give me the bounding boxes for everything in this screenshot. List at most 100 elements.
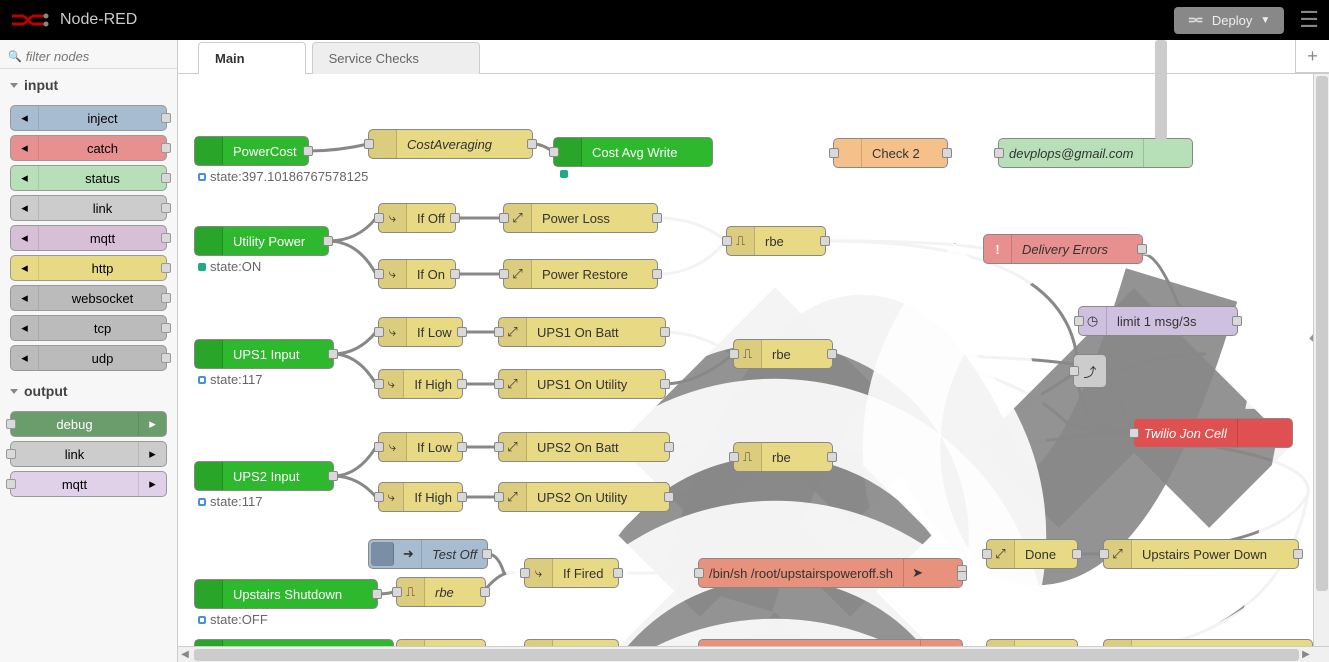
node-if-fired-2[interactable]: ⤷If Fired — [524, 639, 619, 646]
node-if-low-1[interactable]: ⤷If Low — [378, 317, 463, 347]
node-if-fired-1[interactable]: ⤷If Fired — [524, 558, 619, 588]
node-upstairs-power-down[interactable]: ⤢Upstairs Power Down — [1103, 539, 1299, 569]
exec-icon: ➤ — [903, 559, 931, 587]
palette-node-mqtt[interactable]: ◂mqtt — [10, 225, 167, 251]
palette-sidebar: 🔍 input◂inject◂catch◂status◂link◂mqtt◂ht… — [0, 40, 178, 662]
palette-node-http[interactable]: ◂http — [10, 255, 167, 281]
app-logo — [10, 10, 50, 30]
node-twilio[interactable]: Twilio Jon Cell — [1133, 418, 1293, 448]
palette-category-input[interactable]: input — [0, 69, 177, 101]
palette-label: udp — [39, 351, 166, 366]
palette-label: mqtt — [11, 477, 138, 492]
home-assistant-icon — [195, 462, 223, 490]
node-rbe-5[interactable]: ⎍rbe — [396, 639, 486, 646]
node-costavgwrite-status — [560, 170, 568, 178]
deploy-label: Deploy — [1212, 13, 1252, 28]
palette-label: link — [39, 201, 166, 216]
node-utility-power[interactable]: Utility Power — [194, 226, 329, 256]
email-icon — [1143, 139, 1171, 167]
alert-icon: ◂ — [11, 136, 39, 160]
link-icon: ▸ — [138, 442, 166, 466]
chevron-down-icon: ▼ — [1260, 15, 1270, 26]
link-icon: ◂ — [11, 196, 39, 220]
filter-input[interactable] — [26, 49, 169, 64]
filter-box: 🔍 — [0, 45, 177, 69]
node-exec-1[interactable]: /bin/sh /root/upstairspoweroff.sh➤ — [698, 558, 963, 588]
node-ups1-input[interactable]: UPS1 Input — [194, 339, 334, 369]
node-if-off[interactable]: ⤷If Off — [378, 203, 456, 233]
globe-icon: ◂ — [11, 286, 39, 310]
node-delivery-errors[interactable]: !Delivery Errors — [983, 234, 1143, 264]
palette-node-udp[interactable]: ◂udp — [10, 345, 167, 371]
node-upshut-status: state:OFF — [198, 612, 268, 627]
menu-button[interactable]: ☰ — [1299, 7, 1319, 33]
vertical-scrollbar[interactable] — [1313, 74, 1329, 646]
tab-main[interactable]: Main — [198, 42, 306, 74]
node-link-out[interactable]: ⤴ — [1073, 354, 1107, 388]
app-header: Node-RED Deploy ▼ ☰ — [0, 0, 1329, 40]
node-ups2-status: state:117 — [198, 494, 263, 509]
node-ups2-input[interactable]: UPS2 Input — [194, 461, 334, 491]
debug-icon: ▸ — [138, 412, 166, 436]
node-downstairs-power-down[interactable]: ⤢Downstairs Power Down — [1103, 639, 1313, 646]
node-rbe-4[interactable]: ⎍rbe — [396, 577, 486, 607]
palette-node-status[interactable]: ◂status — [10, 165, 167, 191]
palette-node-websocket[interactable]: ◂websocket — [10, 285, 167, 311]
arrow-in-icon: ➜ — [396, 540, 422, 568]
palette-node-link[interactable]: link▸ — [10, 441, 167, 467]
node-ups1-util[interactable]: ⤢UPS1 On Utility — [498, 369, 666, 399]
deploy-icon — [1188, 15, 1204, 25]
node-rbe-1[interactable]: ⎍rbe — [726, 226, 826, 256]
node-if-high-1[interactable]: ⤷If High — [378, 369, 463, 399]
node-costavgwrite[interactable]: Cost Avg Write — [553, 137, 713, 167]
home-assistant-icon — [195, 340, 223, 368]
home-assistant-icon — [195, 227, 223, 255]
node-exec-2[interactable]: /bin/sh /root/downstairspoweroff.sh➤ — [698, 639, 963, 646]
horizontal-scrollbar[interactable]: ◀▶ — [178, 646, 1329, 662]
palette-label: status — [39, 171, 166, 186]
palette-node-debug[interactable]: debug▸ — [10, 411, 167, 437]
inject-button[interactable] — [371, 542, 394, 566]
node-done-1[interactable]: ⤢Done — [986, 539, 1078, 569]
palette-label: http — [39, 261, 166, 276]
node-downstairs-shutdown[interactable]: Downstairs Shutdown — [194, 639, 394, 646]
flow-canvas[interactable]: PowerCost state:397.10186767578125 CostA… — [178, 74, 1329, 646]
node-power-restore[interactable]: ⤢Power Restore — [503, 259, 658, 289]
palette-node-mqtt[interactable]: mqtt▸ — [10, 471, 167, 497]
wifi-icon: ◂ — [11, 226, 39, 250]
node-ups1-batt[interactable]: ⤢UPS1 On Batt — [498, 317, 666, 347]
palette-label: link — [11, 447, 138, 462]
palette-node-link[interactable]: ◂link — [10, 195, 167, 221]
node-ups2-batt[interactable]: ⤢UPS2 On Batt — [498, 432, 670, 462]
node-rbe-3[interactable]: ⎍rbe — [733, 442, 833, 472]
search-icon: 🔍 — [8, 50, 22, 63]
net-icon: ◂ — [11, 316, 39, 340]
node-limit[interactable]: ◷limit 1 msg/3s — [1078, 306, 1238, 336]
palette-label: websocket — [39, 291, 166, 306]
palette-category-output[interactable]: output — [0, 375, 177, 407]
node-ups2-util[interactable]: ⤢UPS2 On Utility — [498, 482, 670, 512]
node-if-on[interactable]: ⤷If On — [378, 259, 456, 289]
node-power-loss[interactable]: ⤢Power Loss — [503, 203, 658, 233]
palette-node-catch[interactable]: ◂catch — [10, 135, 167, 161]
node-powercost[interactable]: PowerCost — [194, 136, 309, 166]
wifi-icon: ▸ — [138, 472, 166, 496]
node-upstairs-shutdown[interactable]: Upstairs Shutdown — [194, 579, 378, 609]
arrow-in-icon: ◂ — [11, 106, 39, 130]
node-check2[interactable]: f Check 2 — [833, 138, 948, 168]
palette-node-tcp[interactable]: ◂tcp — [10, 315, 167, 341]
node-costaveraging[interactable]: CostAveraging — [368, 129, 533, 159]
palette-node-inject[interactable]: ◂inject — [10, 105, 167, 131]
tab-service-checks[interactable]: Service Checks — [312, 42, 480, 74]
node-test-off[interactable]: ➜Test Off — [368, 539, 488, 569]
node-if-high-2[interactable]: ⤷If High — [378, 482, 463, 512]
node-rbe-2[interactable]: ⎍rbe — [733, 339, 833, 369]
app-title: Node-RED — [60, 11, 1174, 29]
node-done-2[interactable]: ⤢Done — [986, 639, 1078, 646]
add-tab-button[interactable]: + — [1295, 40, 1329, 73]
deploy-button[interactable]: Deploy ▼ — [1174, 7, 1284, 34]
sidebar-scrollbar[interactable] — [1155, 40, 1167, 140]
node-ups1-status: state:117 — [198, 372, 263, 387]
node-email[interactable]: devplops@gmail.com — [998, 138, 1193, 168]
node-if-low-2[interactable]: ⤷If Low — [378, 432, 463, 462]
